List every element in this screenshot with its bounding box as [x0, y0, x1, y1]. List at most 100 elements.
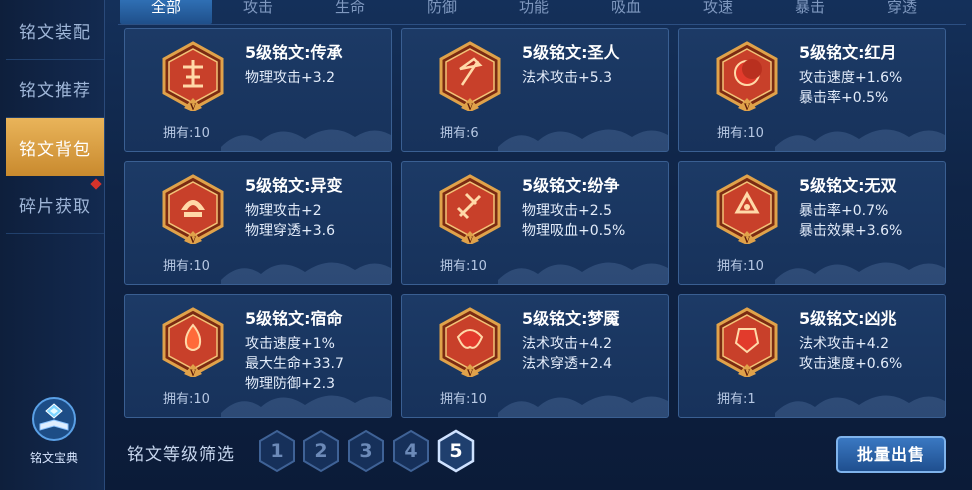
fenzheng-rune-icon: V — [438, 174, 502, 245]
inscription-stat: 物理吸血+0.5% — [522, 223, 626, 239]
inscription-title: 5级铭文:凶兆 — [799, 309, 897, 328]
inscription-stat: 攻击速度+0.6% — [799, 356, 903, 372]
wushuang-rune-icon: V — [715, 174, 779, 245]
level-number: 3 — [359, 440, 373, 462]
inscription-owned-count: 拥有:10 — [163, 259, 210, 274]
inscription-card[interactable]: V 5级铭文:无双 暴击率+0.7% 暴击效果+3.6% 拥有:10 — [678, 161, 946, 285]
tab-penetration[interactable]: 穿透 — [856, 0, 948, 24]
inscription-stat: 物理攻击+3.2 — [245, 70, 335, 86]
inscription-stat: 暴击率+0.7% — [799, 203, 889, 219]
cloud-pattern-decoration — [775, 117, 945, 151]
inscription-title: 5级铭文:红月 — [799, 43, 897, 62]
inscription-stat: 法术攻击+4.2 — [522, 336, 612, 352]
inscription-stat: 物理攻击+2 — [245, 203, 322, 219]
inscription-card[interactable]: V 5级铭文:红月 攻击速度+1.6% 暴击率+0.5% 拥有:10 — [678, 28, 946, 152]
suming-rune-icon: V — [161, 307, 225, 378]
level-filter-1[interactable]: 1 — [257, 429, 297, 473]
bulk-sell-button[interactable]: 批量出售 — [836, 436, 946, 473]
inscription-stat: 暴击效果+3.6% — [799, 223, 903, 239]
hongyue-rune-icon: V — [715, 41, 779, 112]
sidebar-item-inscription-bag[interactable]: 铭文背包 — [6, 118, 104, 176]
svg-text:V: V — [190, 102, 197, 111]
svg-text:V: V — [190, 235, 197, 244]
cloud-pattern-decoration — [498, 383, 668, 417]
inscription-stat: 物理穿透+3.6 — [245, 223, 335, 239]
inscription-owned-count: 拥有:6 — [440, 126, 479, 141]
tab-attack-speed[interactable]: 攻速 — [672, 0, 764, 24]
sidebar-item-fragment-obtain[interactable]: 碎片获取 — [6, 176, 104, 234]
mengyan-rune-icon: V — [438, 307, 502, 378]
yibian-rune-icon: V — [161, 174, 225, 245]
inscription-stat: 物理攻击+2.5 — [522, 203, 612, 219]
tab-health[interactable]: 生命 — [304, 0, 396, 24]
inscription-title: 5级铭文:梦魇 — [522, 309, 620, 328]
tab-utility[interactable]: 功能 — [488, 0, 580, 24]
cloud-pattern-decoration — [221, 383, 391, 417]
tab-attack[interactable]: 攻击 — [212, 0, 304, 24]
cloud-pattern-decoration — [221, 250, 391, 284]
inscription-card[interactable]: V 5级铭文:纷争 物理攻击+2.5 物理吸血+0.5% 拥有:10 — [401, 161, 669, 285]
level-filter-2[interactable]: 2 — [301, 429, 341, 473]
cloud-pattern-decoration — [221, 117, 391, 151]
inscription-owned-count: 拥有:10 — [163, 126, 210, 141]
inscription-card[interactable]: V 5级铭文:圣人 法术攻击+5.3 拥有:6 — [401, 28, 669, 152]
inscription-owned-count: 拥有:10 — [163, 392, 210, 407]
inscription-owned-count: 拥有:1 — [717, 392, 756, 407]
codex-book-icon — [32, 397, 76, 441]
level-filter-label: 铭文等级筛选 — [127, 445, 235, 465]
tab-lifesteal[interactable]: 吸血 — [580, 0, 672, 24]
inscription-title: 5级铭文:纷争 — [522, 176, 620, 195]
inscription-stat: 攻击速度+1% — [245, 336, 335, 352]
inscription-stat: 暴击率+0.5% — [799, 90, 889, 106]
level-filter-4[interactable]: 4 — [391, 429, 431, 473]
inscription-card[interactable]: V 5级铭文:凶兆 法术攻击+4.2 攻击速度+0.6% 拥有:1 — [678, 294, 946, 418]
inscription-title: 5级铭文:传承 — [245, 43, 343, 62]
level-filter-3[interactable]: 3 — [346, 429, 386, 473]
sidebar-item-inscription-equip[interactable]: 铭文装配 — [6, 2, 104, 60]
inscription-card[interactable]: V 5级铭文:宿命 攻击速度+1% 最大生命+33.7 物理防御+2.3 拥有:10 — [124, 294, 392, 418]
level-number: 2 — [314, 440, 328, 462]
tab-defense[interactable]: 防御 — [396, 0, 488, 24]
level-filter-5[interactable]: 5 — [436, 429, 476, 473]
svg-text:V: V — [467, 102, 474, 111]
svg-text:V: V — [467, 368, 474, 377]
cloud-pattern-decoration — [775, 383, 945, 417]
tab-all[interactable]: 全部 — [120, 0, 212, 24]
sidebar: 铭文装配 铭文推荐 铭文背包 碎片获取 铭文宝典 — [0, 0, 105, 490]
inscription-stat: 最大生命+33.7 — [245, 356, 344, 372]
inscription-stat: 法术穿透+2.4 — [522, 356, 612, 372]
inscription-title: 5级铭文:异变 — [245, 176, 343, 195]
codex-label: 铭文宝典 — [29, 451, 78, 465]
inscription-owned-count: 拥有:10 — [440, 392, 487, 407]
inscription-stat: 法术攻击+4.2 — [799, 336, 889, 352]
shengren-rune-icon: V — [438, 41, 502, 112]
svg-text:V: V — [467, 235, 474, 244]
cloud-pattern-decoration — [498, 250, 668, 284]
inscription-card[interactable]: V 5级铭文:异变 物理攻击+2 物理穿透+3.6 拥有:10 — [124, 161, 392, 285]
svg-text:V: V — [190, 368, 197, 377]
svg-text:V: V — [744, 235, 751, 244]
sidebar-item-inscription-recommend[interactable]: 铭文推荐 — [6, 60, 104, 118]
level-number: 5 — [449, 440, 463, 462]
inscription-stat: 攻击速度+1.6% — [799, 70, 903, 86]
codex-button[interactable]: 铭文宝典 — [18, 396, 90, 466]
inscription-screen: 铭文装配 铭文推荐 铭文背包 碎片获取 铭文宝典 全部 攻击 生命 防御 功能 … — [0, 0, 972, 490]
level-number: 1 — [270, 440, 284, 462]
xiongzhao-rune-icon: V — [715, 307, 779, 378]
chuancheng-rune-icon: V — [161, 41, 225, 112]
inscription-title: 5级铭文:宿命 — [245, 309, 343, 328]
inscription-owned-count: 拥有:10 — [717, 259, 764, 274]
svg-text:V: V — [744, 102, 751, 111]
inscription-card[interactable]: V 5级铭文:梦魇 法术攻击+4.2 法术穿透+2.4 拥有:10 — [401, 294, 669, 418]
inscription-owned-count: 拥有:10 — [440, 259, 487, 274]
cloud-pattern-decoration — [498, 117, 668, 151]
category-tab-bar: 全部 攻击 生命 防御 功能 吸血 攻速 暴击 穿透 — [118, 0, 966, 25]
level-number: 4 — [404, 440, 418, 462]
tab-crit[interactable]: 暴击 — [764, 0, 856, 24]
inscription-title: 5级铭文:无双 — [799, 176, 897, 195]
inscription-card[interactable]: V 5级铭文:传承 物理攻击+3.2 拥有:10 — [124, 28, 392, 152]
inscription-title: 5级铭文:圣人 — [522, 43, 620, 62]
cloud-pattern-decoration — [775, 250, 945, 284]
svg-text:V: V — [744, 368, 751, 377]
inscription-owned-count: 拥有:10 — [717, 126, 764, 141]
